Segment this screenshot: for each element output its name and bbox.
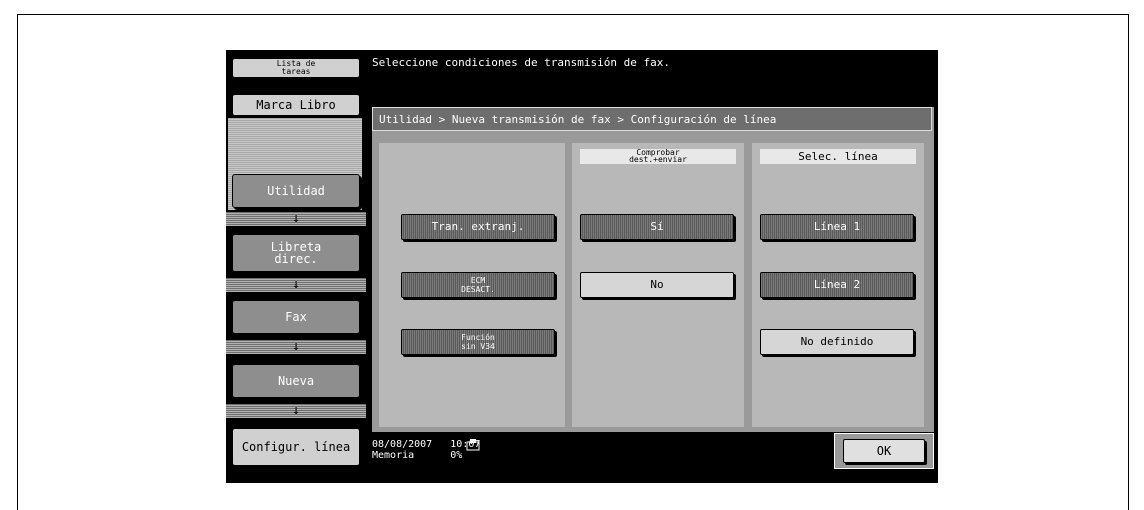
job-list-button[interactable]: Lista de tareas [232, 58, 360, 78]
down-arrow-icon: ↓ [226, 278, 366, 292]
line-select-header: Selec. línea [760, 149, 916, 164]
check-dest-header: Comprobar dest.+enviar [580, 149, 736, 164]
check-dest-no-button[interactable]: No [580, 272, 734, 298]
memory-label: Memoria [372, 450, 415, 461]
undefined-line-button[interactable]: No definido [760, 329, 914, 355]
memory-value: 0% [450, 450, 463, 461]
settings-panel: Utilidad > Nueva transmisión de fax > Co… [371, 106, 935, 433]
down-arrow-icon: ↓ [226, 404, 366, 418]
instruction-message: Seleccione condiciones de transmisión de… [372, 56, 671, 69]
control-panel-screen: Lista de tareas Marca Libro Utilidad ↓ L… [226, 50, 938, 483]
bookmark-button[interactable]: Marca Libro [232, 94, 360, 116]
line-1-button[interactable]: Línea 1 [760, 214, 914, 240]
column-options: Tran. extranj. ECM DESACT. Función sin V… [379, 143, 565, 427]
utility-button[interactable]: Utilidad [232, 174, 360, 208]
sidebar: Lista de tareas Marca Libro Utilidad ↓ L… [226, 50, 366, 483]
ecm-off-button[interactable]: ECM DESACT. [401, 272, 555, 298]
status-bar: 08/08/2007 10:07 Memoria 0% [372, 439, 480, 461]
line-2-button[interactable]: Línea 2 [760, 272, 914, 298]
down-arrow-icon: ↓ [226, 212, 366, 226]
address-book-button[interactable]: Libreta direc. [232, 234, 360, 272]
fax-status-icon [466, 439, 480, 451]
breadcrumb: Utilidad > Nueva transmisión de fax > Co… [372, 107, 932, 131]
line-config-button[interactable]: Configur. línea [232, 428, 360, 466]
status-date: 08/08/2007 [372, 439, 433, 450]
down-arrow-icon: ↓ [226, 340, 366, 354]
fax-button[interactable]: Fax [232, 300, 360, 334]
new-button[interactable]: Nueva [232, 364, 360, 398]
date-time: 08/08/2007 10:07 [372, 439, 480, 450]
ok-area: OK [834, 433, 934, 469]
column-check-dest: Comprobar dest.+enviar Sí No [572, 143, 744, 427]
memory-status: Memoria 0% [372, 450, 480, 461]
ok-button[interactable]: OK [843, 439, 925, 463]
column-line-select: Selec. línea Línea 1 Línea 2 No definido [752, 143, 924, 427]
overseas-tx-button[interactable]: Tran. extranj. [401, 214, 555, 240]
check-dest-yes-button[interactable]: Sí [580, 214, 734, 240]
v34-off-button[interactable]: Función sin V34 [401, 329, 555, 355]
